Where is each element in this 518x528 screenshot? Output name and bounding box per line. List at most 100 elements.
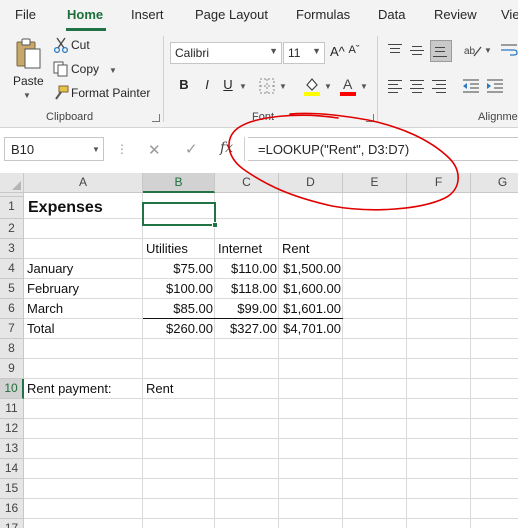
underline-dropdown-icon[interactable]: ▼	[239, 82, 247, 91]
cancel-icon[interactable]: ✕	[148, 141, 161, 159]
row-header-12[interactable]: 12	[0, 419, 24, 439]
row-header-5[interactable]: 5	[0, 279, 24, 299]
enter-icon[interactable]: ✓	[185, 140, 198, 158]
cut-button[interactable]: Cut	[52, 36, 112, 56]
column-header-f[interactable]: F	[407, 173, 471, 193]
cell-d6[interactable]: $1,601.00	[279, 299, 343, 319]
borders-dropdown-icon[interactable]: ▼	[279, 82, 287, 91]
formula-bar: B10 ▼ ⋮ ✕ ✓ fx =LOOKUP("Rent", D3:D7)	[0, 128, 518, 173]
cell-a1-title[interactable]: Expenses	[28, 197, 103, 219]
grow-font-button[interactable]: A^	[330, 44, 345, 59]
row-header-14[interactable]: 14	[0, 459, 24, 479]
tab-insert[interactable]: Insert	[131, 7, 164, 22]
orientation-icon[interactable]: ab	[464, 42, 482, 58]
tab-page-layout[interactable]: Page Layout	[195, 7, 268, 22]
column-header-b[interactable]: B	[143, 173, 215, 193]
tab-file[interactable]: File	[15, 7, 36, 22]
column-header-d[interactable]: D	[279, 173, 343, 193]
middle-align-icon[interactable]	[410, 42, 426, 58]
fill-color-dropdown-icon[interactable]: ▼	[324, 82, 332, 91]
row-header-3[interactable]: 3	[0, 239, 24, 259]
name-box-dropdown-icon[interactable]: ▼	[92, 145, 100, 154]
wrap-text-icon[interactable]	[500, 42, 518, 58]
cell-d3-header[interactable]: Rent	[282, 239, 309, 259]
copy-button[interactable]: Copy ▼	[52, 60, 122, 80]
align-right-icon[interactable]	[432, 78, 448, 94]
row-header-4[interactable]: 4	[0, 259, 24, 279]
cell-d7[interactable]: $4,701.00	[279, 319, 343, 339]
shrink-font-button[interactable]: Aˇ	[347, 44, 361, 56]
cell-b5[interactable]: $100.00	[143, 279, 215, 299]
cell-c4[interactable]: $110.00	[215, 259, 279, 279]
cell-a10[interactable]: Rent payment:	[27, 379, 112, 399]
cell-a7[interactable]: Total	[27, 319, 54, 339]
italic-button[interactable]: I	[199, 77, 215, 92]
cell-a5[interactable]: February	[27, 279, 79, 299]
cell-c6[interactable]: $99.00	[215, 299, 279, 319]
worksheet-grid[interactable]: A B C D E F G 1 2 3 4 5 6 7 8 9 10 11 12…	[0, 173, 518, 528]
copy-dropdown-icon[interactable]: ▼	[109, 66, 117, 75]
column-header-a[interactable]: A	[24, 173, 143, 193]
cell-b3-header[interactable]: Utilities	[146, 239, 188, 259]
insert-function-icon[interactable]: fx	[220, 140, 233, 156]
orientation-dropdown-icon[interactable]: ▼	[484, 46, 492, 55]
row-header-17[interactable]: 17	[0, 519, 24, 528]
cell-d5[interactable]: $1,600.00	[279, 279, 343, 299]
row-header-16[interactable]: 16	[0, 499, 24, 519]
cell-a4[interactable]: January	[27, 259, 73, 279]
font-color-button[interactable]: A	[340, 76, 358, 96]
clipboard-launcher-icon[interactable]	[152, 114, 160, 122]
drag-handle-icon[interactable]: ⋮	[116, 142, 128, 156]
name-box[interactable]: B10	[4, 137, 104, 161]
row-header-9[interactable]: 9	[0, 359, 24, 379]
tab-formulas[interactable]: Formulas	[296, 7, 350, 22]
row-header-10[interactable]: 10	[0, 379, 24, 399]
underline-button[interactable]: U	[220, 77, 236, 92]
tab-review[interactable]: Review	[434, 7, 477, 22]
column-header-c[interactable]: C	[215, 173, 279, 193]
fill-handle[interactable]	[212, 222, 218, 228]
increase-indent-icon[interactable]	[486, 78, 504, 94]
cell-b4[interactable]: $75.00	[143, 259, 215, 279]
cell-b7[interactable]: $260.00	[143, 319, 215, 339]
row-header-15[interactable]: 15	[0, 479, 24, 499]
bottom-align-icon[interactable]	[430, 40, 452, 62]
paste-button[interactable]: Paste ▼	[8, 36, 48, 104]
borders-icon[interactable]	[259, 78, 275, 94]
tab-home[interactable]: Home	[67, 7, 103, 22]
row-header-2[interactable]: 2	[0, 219, 24, 239]
align-center-icon[interactable]	[410, 78, 426, 94]
formula-input[interactable]: =LOOKUP("Rent", D3:D7)	[248, 137, 518, 161]
cell-c7[interactable]: $327.00	[215, 319, 279, 339]
cell-b10[interactable]: Rent	[146, 379, 173, 399]
font-color-dropdown-icon[interactable]: ▼	[360, 82, 368, 91]
column-header-e[interactable]: E	[343, 173, 407, 193]
row-header-8[interactable]: 8	[0, 339, 24, 359]
row-header-13[interactable]: 13	[0, 439, 24, 459]
row-header-1[interactable]: 1	[0, 197, 24, 219]
font-launcher-icon[interactable]	[366, 114, 374, 122]
row-header-6[interactable]: 6	[0, 299, 24, 319]
cell-d4[interactable]: $1,500.00	[279, 259, 343, 279]
font-size-combo[interactable]: 11 ▼	[283, 42, 325, 64]
row-header-7[interactable]: 7	[0, 319, 24, 339]
bold-button[interactable]: B	[176, 77, 192, 92]
decrease-indent-icon[interactable]	[462, 78, 480, 94]
format-painter-button[interactable]: Format Painter	[52, 84, 156, 104]
cell-c3-header[interactable]: Internet	[218, 239, 262, 259]
select-all-button[interactable]	[0, 173, 24, 193]
fill-color-icon[interactable]	[303, 76, 321, 96]
tab-view[interactable]: View	[501, 7, 518, 22]
paste-dropdown-icon[interactable]: ▼	[23, 91, 31, 100]
column-header-g[interactable]: G	[471, 173, 518, 193]
font-size-value: 11	[288, 46, 301, 60]
font-name-combo[interactable]: Calibri ▼	[170, 42, 282, 64]
row-header-11[interactable]: 11	[0, 399, 24, 419]
cell-a6[interactable]: March	[27, 299, 63, 319]
copy-icon	[53, 61, 68, 77]
tab-data[interactable]: Data	[378, 7, 405, 22]
top-align-icon[interactable]	[388, 42, 404, 58]
cell-c5[interactable]: $118.00	[215, 279, 279, 299]
cell-b6[interactable]: $85.00	[143, 299, 215, 319]
align-left-icon[interactable]	[388, 78, 404, 94]
